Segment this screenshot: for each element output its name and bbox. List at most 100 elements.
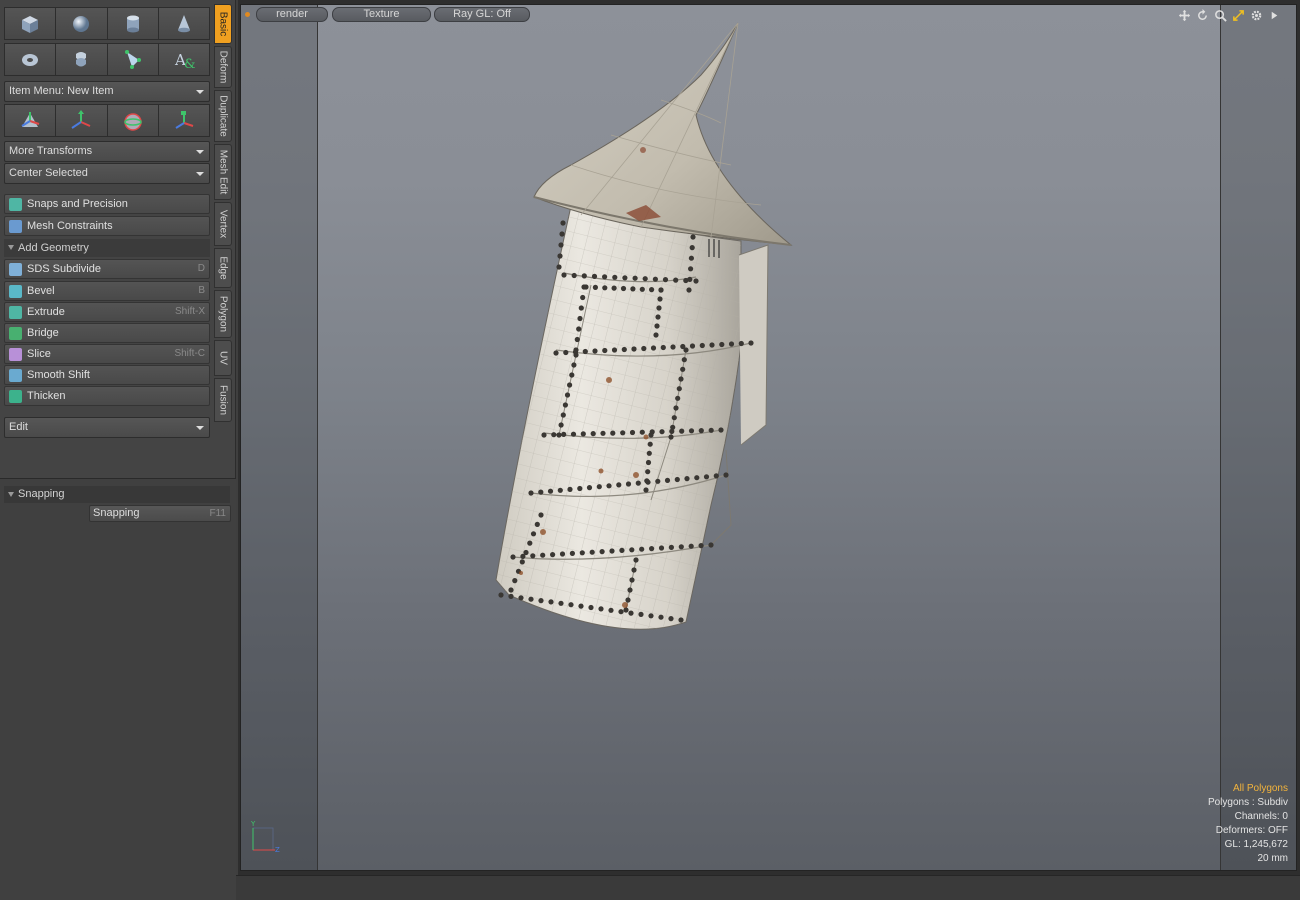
axis-gizmo-icon: Y Z [250,820,280,854]
mesh-constraints-button[interactable]: Mesh Constraints [4,216,210,236]
tool-button-slice[interactable]: Slice Shift-C [4,344,210,364]
tab-edge[interactable]: Edge [214,248,232,288]
rivet [596,484,602,490]
chevron-down-icon [196,172,204,176]
rivet [528,596,534,602]
rivet [676,386,682,392]
rivet [518,595,524,601]
snapping-header[interactable]: Snapping [4,486,230,503]
add-geometry-header[interactable]: Add Geometry [4,239,210,257]
channels-info: Channels: 0 [1234,811,1288,822]
rivet [600,430,606,436]
rivet [708,542,714,548]
rivet [633,557,639,563]
rivet [655,314,661,320]
rivet [564,392,571,398]
tab-label: Polygon [217,295,229,333]
text-tool-icon[interactable]: A & [158,44,209,75]
rivet [688,543,694,549]
rivet [621,346,627,353]
rivet [560,412,566,418]
rivet [534,521,540,528]
sphere-icon[interactable] [56,8,108,39]
snaps-precision-button[interactable]: Snaps and Precision [4,194,210,214]
tab-uv[interactable]: UV [214,340,232,376]
tool-button-bevel[interactable]: Bevel B [4,281,210,301]
tab-basic[interactable]: Basic [214,4,232,44]
tab-fusion[interactable]: Fusion [214,378,232,422]
3d-viewport[interactable]: render Texture Ray GL: Off Y Z All Polyg… [240,4,1297,871]
edit-dropdown[interactable]: Edit [4,417,210,438]
tab-duplicate[interactable]: Duplicate [214,90,232,142]
item-menu-label: Item Menu: New Item [9,85,114,97]
snap-icon [9,198,22,211]
move-icon[interactable] [56,105,108,136]
tool-button-thicken[interactable]: Thicken [4,386,210,406]
pen-tool-icon[interactable] [107,44,159,75]
rivet [591,273,598,279]
tower-body [495,205,769,630]
rivet [602,274,608,280]
scale-icon[interactable] [158,105,209,136]
rivet [678,617,684,623]
rivet [645,459,652,466]
chevron-down-icon [196,90,204,94]
tool-button-sds-subdivide[interactable]: SDS Subdivide D [4,259,210,279]
rivet [569,372,575,378]
rivet [643,487,649,493]
add-geometry-label: Add Geometry [18,242,89,254]
tab-label: UV [217,351,229,365]
rivet [530,531,537,537]
more-transforms-dropdown[interactable]: More Transforms [4,141,210,162]
item-menu-dropdown[interactable]: Item Menu: New Item [4,81,210,102]
snapping-button[interactable]: Snapping F11 [89,505,231,522]
extrude-icon [9,306,22,319]
rivet [658,614,664,620]
center-selected-dropdown[interactable]: Center Selected [4,163,210,184]
tab-polygon[interactable]: Polygon [214,290,232,338]
rivet [668,544,674,551]
rivet [709,342,715,348]
rivet [671,415,677,421]
rivet [631,346,637,352]
rotate-icon[interactable] [107,105,159,136]
tool-shortcut: B [198,285,205,296]
capsule-icon[interactable] [56,44,108,75]
tool-button-bridge[interactable]: Bridge [4,323,210,343]
torus-icon[interactable] [5,44,57,75]
tool-button-smooth-shift[interactable]: Smooth Shift [4,365,210,385]
rivet [660,344,666,351]
rivet [592,284,598,290]
rivet [620,430,626,436]
rivet [718,427,724,433]
tab-deform[interactable]: Deform [214,46,232,88]
rivet [620,285,627,292]
smooth-shift-icon [9,369,22,382]
rivet [673,405,679,411]
rivet [577,485,583,492]
tower-model[interactable] [241,5,1297,871]
tool-shortcut: Shift-C [174,348,205,359]
scale-info: 20 mm [1257,853,1288,864]
tab-mesh-edit[interactable]: Mesh Edit [214,144,232,200]
cone-icon[interactable] [158,8,209,39]
rivet [556,432,562,438]
tool-label: SDS Subdivide [27,263,101,275]
rivet [648,432,654,438]
rivet [556,264,562,270]
rivet [574,336,580,343]
rivet [561,272,567,278]
tab-label: Vertex [217,209,229,239]
tool-button-extrude[interactable]: Extrude Shift-X [4,302,210,322]
rivet [598,606,604,612]
rivet [708,427,714,433]
tab-label: Basic [217,11,229,37]
transform-icon[interactable] [5,105,57,136]
rivet [688,255,694,261]
tab-vertex[interactable]: Vertex [214,202,232,246]
cube-icon[interactable] [5,8,57,39]
rivet [557,487,563,493]
snapping-panel: Snapping Snapping F11 [0,478,236,900]
cylinder-icon[interactable] [107,8,159,39]
status-bar [236,875,1300,900]
